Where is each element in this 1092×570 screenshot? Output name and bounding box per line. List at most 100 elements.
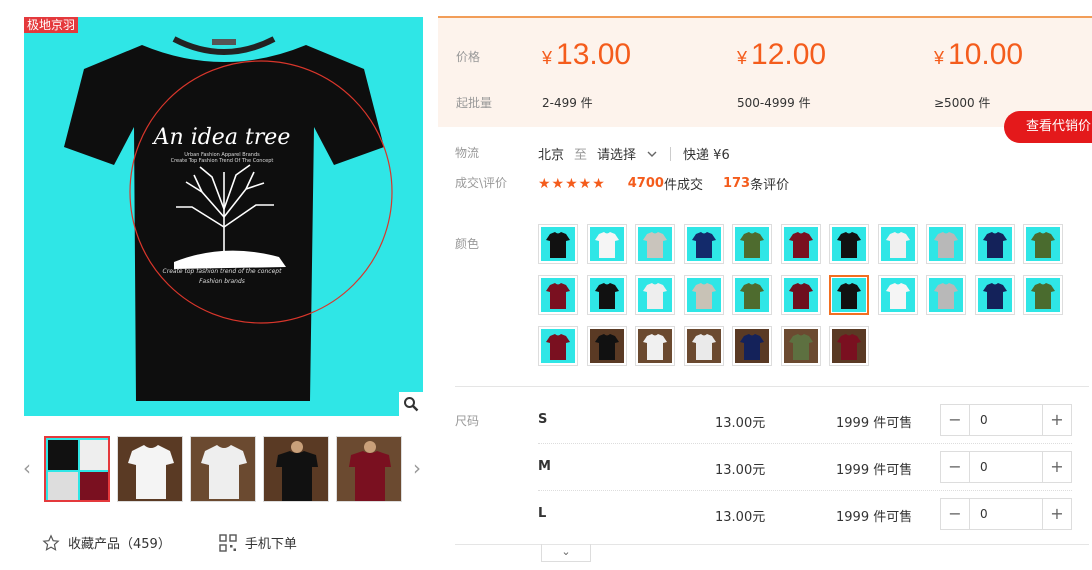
swatch-image (832, 329, 866, 363)
quantity-input[interactable]: 0 (969, 499, 1043, 529)
swatch-image (832, 278, 866, 312)
color-swatch[interactable] (586, 224, 627, 264)
color-swatch[interactable] (635, 275, 675, 315)
swatch-image (783, 227, 818, 261)
color-label: 颜色 (455, 237, 480, 251)
color-swatch[interactable] (877, 224, 918, 264)
color-swatch[interactable] (780, 224, 821, 264)
swatch-image (638, 278, 672, 312)
thumbnail[interactable] (190, 436, 256, 502)
swatch-image (783, 329, 818, 363)
tier-price-value: 13.00 (556, 38, 632, 71)
swatch-image (832, 227, 866, 261)
color-swatch[interactable] (683, 326, 724, 366)
color-swatch[interactable] (1023, 275, 1063, 315)
swatch-image (735, 227, 769, 261)
size-label: 尺码 (455, 414, 480, 428)
color-swatch[interactable] (538, 224, 578, 264)
expand-more-button[interactable]: ⌄ (541, 544, 591, 562)
size-stock: 1999 件可售 (836, 416, 913, 431)
color-swatch[interactable] (732, 275, 772, 315)
price-label: 价格 (456, 50, 481, 64)
swatch-image (589, 227, 624, 261)
color-swatch[interactable] (829, 224, 869, 264)
color-swatch[interactable] (538, 326, 578, 366)
color-swatch[interactable] (635, 224, 675, 264)
color-swatch[interactable] (877, 275, 918, 315)
size-name: S (538, 412, 548, 427)
color-swatch[interactable] (780, 275, 821, 315)
divider (670, 146, 672, 161)
prev-thumb-arrow[interactable]: ‹ (20, 456, 34, 480)
color-swatch[interactable] (538, 275, 578, 315)
next-thumb-arrow[interactable]: › (410, 456, 424, 480)
increment-button[interactable]: + (1043, 499, 1071, 529)
chevron-down-icon[interactable] (644, 149, 660, 159)
tier-price: ¥10.00 (934, 38, 1023, 72)
color-swatch[interactable] (974, 275, 1015, 315)
decrement-button[interactable]: − (941, 452, 969, 482)
size-name: M (538, 459, 551, 474)
swatch-image (589, 329, 624, 363)
swatch-image (686, 278, 721, 312)
color-swatch[interactable] (829, 326, 869, 366)
color-swatch[interactable] (926, 275, 966, 315)
review-count[interactable]: 173 (723, 176, 750, 191)
color-swatch[interactable] (586, 275, 627, 315)
tier-price: ¥12.00 (737, 38, 826, 72)
quantity-input[interactable]: 0 (969, 452, 1043, 482)
color-swatch[interactable] (732, 326, 772, 366)
size-stock: 1999 件可售 (836, 463, 913, 478)
mobile-order-label: 手机下单 (244, 537, 297, 552)
size-row: M 13.00元 1999 件可售 − 0 + (538, 451, 1072, 483)
color-swatch[interactable] (926, 224, 966, 264)
thumbnail[interactable] (44, 436, 110, 502)
swatch-image (880, 278, 915, 312)
swatch-image (880, 227, 915, 261)
decrement-button[interactable]: − (941, 405, 969, 435)
quantity-stepper: − 0 + (940, 451, 1072, 483)
color-swatch[interactable] (586, 326, 627, 366)
color-swatch[interactable] (974, 224, 1015, 264)
color-swatch[interactable] (683, 224, 724, 264)
swatch-image (783, 278, 818, 312)
express-fee: 快递 ¥6 (683, 148, 730, 163)
thumbnail[interactable] (263, 436, 329, 502)
currency-symbol: ¥ (542, 48, 553, 68)
destination-select[interactable]: 请选择 (597, 144, 636, 163)
currency-symbol: ¥ (737, 48, 748, 68)
tier-price-value: 10.00 (948, 38, 1024, 71)
swatch-image (929, 278, 963, 312)
color-swatch[interactable] (732, 224, 772, 264)
size-row: L 13.00元 1999 件可售 − 0 + (538, 498, 1072, 530)
view-agent-price-button[interactable]: 查看代销价 (1004, 111, 1092, 143)
increment-button[interactable]: + (1043, 452, 1071, 482)
row-separator (538, 490, 1072, 491)
decrement-button[interactable]: − (941, 499, 969, 529)
swatch-image (589, 278, 624, 312)
price-panel: 价格 起批量 ¥13.00 ¥12.00 ¥10.00 2-499 件 500-… (438, 16, 1092, 127)
color-swatch[interactable] (635, 326, 675, 366)
quantity-stepper: − 0 + (940, 404, 1072, 436)
increment-button[interactable]: + (1043, 405, 1071, 435)
mobile-order-button[interactable]: 手机下单 (219, 533, 297, 552)
tier-qty: ≥5000 件 (934, 96, 991, 110)
color-swatch[interactable] (683, 275, 724, 315)
currency-symbol: ¥ (934, 48, 945, 68)
favorite-button[interactable]: 收藏产品（459） (42, 533, 171, 552)
main-product-image[interactable]: An idea tree Urban Fashion Apparel Brand… (24, 17, 423, 416)
tier-qty: 2-499 件 (542, 96, 593, 110)
print-title: An idea tree (152, 125, 291, 150)
quantity-input[interactable]: 0 (969, 405, 1043, 435)
tier-qty: 500-4999 件 (737, 96, 811, 110)
thumbnail[interactable] (336, 436, 402, 502)
print-sub2: Create Top Fashion Trend Of The Concept (171, 158, 274, 164)
color-swatch[interactable] (1023, 224, 1063, 264)
color-swatch[interactable] (780, 326, 821, 366)
swatch-image (977, 227, 1012, 261)
thumbnail[interactable] (117, 436, 183, 502)
color-swatch[interactable] (829, 275, 869, 315)
rating-stars-icon: ★★★★★ (538, 175, 606, 192)
zoom-button[interactable] (399, 392, 423, 416)
swatch-image (638, 227, 672, 261)
